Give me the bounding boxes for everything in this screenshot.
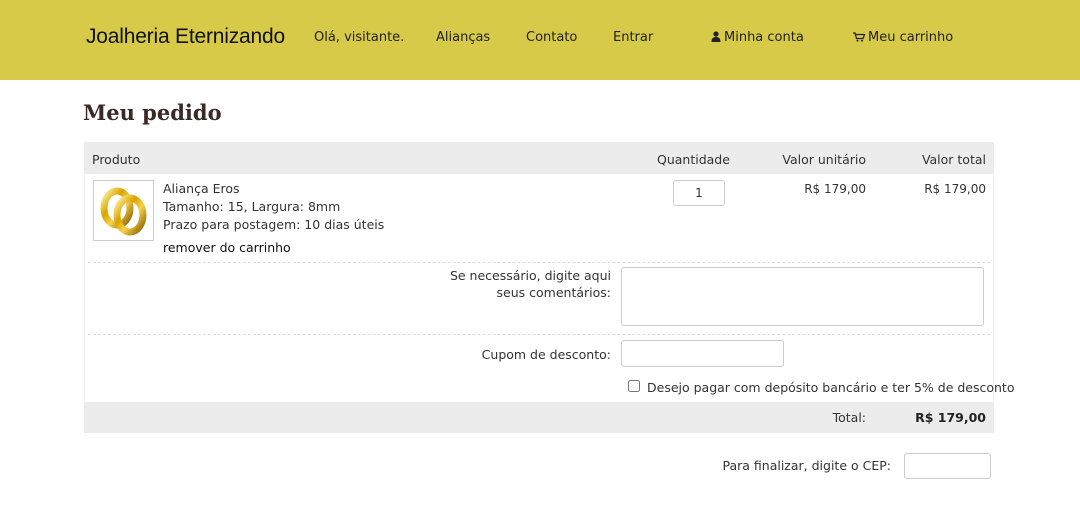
line-total-price: R$ 179,00 — [924, 182, 986, 196]
unit-price: R$ 179,00 — [804, 182, 866, 196]
visitor-greeting: Olá, visitante. — [314, 30, 405, 45]
coupon-input[interactable] — [621, 340, 784, 367]
column-header-quantidade: Quantidade — [657, 152, 730, 167]
nav-link-minha-conta[interactable]: Minha conta — [711, 30, 804, 45]
cart-total-bar: Total: R$ 179,00 — [85, 402, 993, 432]
coupon-label: Cupom de desconto: — [481, 347, 611, 362]
column-header-valor-total: Valor total — [921, 152, 986, 167]
nav-link-contato[interactable]: Contato — [526, 30, 577, 45]
column-header-valor-unitario: Valor unitário — [782, 152, 866, 167]
total-value: R$ 179,00 — [915, 410, 986, 425]
bank-deposit-label[interactable]: Desejo pagar com depósito bancário e ter… — [647, 380, 1014, 395]
nav-link-entrar[interactable]: Entrar — [613, 30, 653, 45]
comments-label-line2: seus comentários: — [496, 285, 611, 300]
cart-table: Produto Quantidade Valor unitário Valor … — [84, 142, 1014, 433]
product-details: Tamanho: 15, Largura: 8mm — [163, 199, 341, 214]
top-navigation-bar: Joalheria Eternizando Olá, visitante. Al… — [0, 0, 1080, 80]
cep-label: Para finalizar, digite o CEP: — [722, 458, 892, 473]
row-divider — [88, 262, 990, 263]
comments-textarea[interactable] — [621, 267, 984, 326]
bank-deposit-checkbox[interactable] — [628, 380, 640, 392]
user-icon — [711, 31, 721, 42]
product-thumbnail[interactable] — [93, 180, 154, 241]
product-name: Aliança Eros — [163, 181, 240, 196]
total-label: Total: — [832, 410, 866, 425]
cart-table-header: Produto Quantidade Valor unitário Valor … — [85, 143, 993, 174]
comments-label-line1: Se necessário, digite aqui — [449, 268, 611, 283]
nav-link-aliancas[interactable]: Alianças — [436, 30, 490, 45]
cart-icon — [853, 32, 866, 42]
remove-from-cart-link[interactable]: remover do carrinho — [163, 240, 291, 255]
row-divider — [88, 334, 990, 335]
nav-link-meu-carrinho[interactable]: Meu carrinho — [853, 30, 953, 45]
column-header-produto: Produto — [92, 152, 141, 167]
product-shipping-time: Prazo para postagem: 10 dias úteis — [163, 217, 385, 232]
comments-label: Se necessário, digite aqui seus comentár… — [415, 267, 611, 301]
brand-logo-text[interactable]: Joalheria Eternizando — [86, 25, 285, 49]
minha-conta-label: Minha conta — [724, 30, 804, 45]
page-title: Meu pedido — [83, 100, 222, 125]
cep-input[interactable] — [904, 453, 991, 479]
quantity-input[interactable] — [673, 180, 725, 206]
gold-ring-image — [100, 187, 147, 236]
meu-carrinho-label: Meu carrinho — [868, 30, 954, 45]
